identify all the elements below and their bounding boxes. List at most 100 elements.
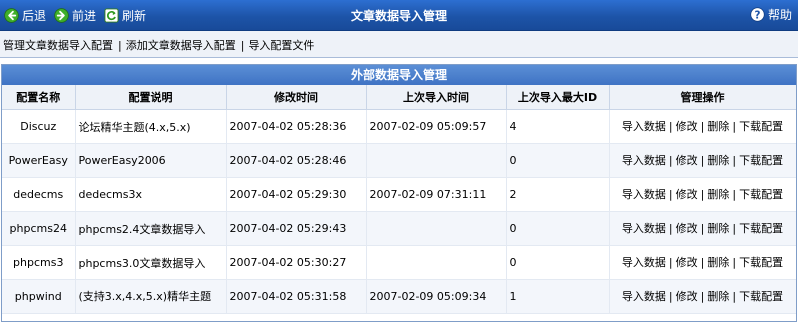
actions-cell: 导入数据 | 修改 | 删除 | 下载配置 (609, 279, 796, 314)
sub-nav-links: 管理文章数据导入配置 | 添加文章数据导入配置 | 导入配置文件 (3, 37, 314, 53)
separator: | (240, 39, 245, 52)
sub-navigation: 管理文章数据导入配置 | 添加文章数据导入配置 | 导入配置文件 (0, 31, 798, 58)
edit-link[interactable]: 修改 (676, 290, 698, 303)
delete-link[interactable]: 删除 (707, 256, 729, 269)
table-row: phpcms3 phpcms3.0文章数据导入 2007-04-02 05:30:2… (2, 245, 796, 280)
table-row: phpwind (支持3.x,4.x,5.x)精华主题 2007-04-02 05:… (2, 279, 796, 314)
config-desc-cell: (支持3.x,4.x,5.x)精华主题 (75, 279, 227, 314)
config-desc-cell: phpcms2.4文章数据导入 (75, 211, 227, 246)
config-desc-cell: dedecms3x (75, 177, 227, 212)
import-data-link[interactable]: 导入数据 (622, 188, 666, 201)
delete-link[interactable]: 删除 (707, 222, 729, 235)
page-title: 文章数据导入管理 (350, 9, 447, 23)
action-separator: | (668, 119, 673, 133)
config-desc-cell: 论坛精华主题(4.x,5.x) (75, 109, 227, 144)
download-config-link[interactable]: 下载配置 (739, 256, 783, 269)
config-desc-cell: PowerEasy2006 (75, 143, 227, 178)
config-name-cell: phpwind (2, 279, 76, 314)
separator: | (118, 39, 122, 52)
actions-cell: 导入数据 | 修改 | 删除 | 下载配置 (609, 211, 796, 246)
action-separator: | (700, 153, 705, 167)
import-data-link[interactable]: 导入数据 (622, 256, 666, 269)
modified-time-cell: 2007-04-02 05:29:43 (226, 211, 367, 246)
delete-link[interactable]: 删除 (707, 154, 729, 167)
import-data-link[interactable]: 导入数据 (622, 120, 666, 133)
action-separator: | (732, 221, 737, 235)
config-name-cell: dedecms (2, 177, 76, 212)
last-import-time-cell (366, 143, 507, 178)
last-import-time-cell: 2007-02-09 05:09:34 (366, 279, 507, 314)
last-max-id-cell: 0 (506, 211, 610, 246)
config-name-cell: Discuz (2, 109, 76, 144)
import-data-link[interactable]: 导入数据 (622, 154, 666, 167)
col-header-actions: 管理操作 (609, 85, 796, 110)
action-separator: | (700, 187, 705, 201)
external-import-panel: 外部数据导入管理 配置名称 配置说明 修改时间 上次导入时间 上次导入最大ID … (1, 64, 797, 322)
col-header-modified: 修改时间 (226, 85, 367, 110)
top-toolbar: 后退 前进 刷新 文章数据导入管理 ? 帮助 (0, 0, 798, 31)
action-separator: | (732, 119, 737, 133)
help-button[interactable]: ? 帮助 (750, 6, 792, 23)
table-row: dedecms dedecms3x 2007-04-02 05:29:30 2007-… (2, 177, 796, 212)
action-separator: | (668, 289, 673, 303)
actions-cell: 导入数据 | 修改 | 删除 | 下载配置 (609, 245, 796, 280)
table-row: PowerEasy PowerEasy2006 2007-04-02 05:28:4… (2, 143, 796, 178)
action-separator: | (668, 153, 673, 167)
edit-link[interactable]: 修改 (676, 188, 698, 201)
import-config-file-link[interactable]: 导入配置文件 (248, 39, 314, 52)
download-config-link[interactable]: 下载配置 (739, 290, 783, 303)
table-header-row: 配置名称 配置说明 修改时间 上次导入时间 上次导入最大ID 管理操作 (2, 85, 796, 110)
action-separator: | (700, 221, 705, 235)
delete-link[interactable]: 删除 (707, 120, 729, 133)
modified-time-cell: 2007-04-02 05:28:46 (226, 143, 367, 178)
last-max-id-cell: 0 (506, 143, 610, 178)
download-config-link[interactable]: 下载配置 (739, 154, 783, 167)
last-max-id-cell: 4 (506, 109, 610, 144)
last-import-time-cell (366, 211, 507, 246)
col-header-name: 配置名称 (2, 85, 76, 110)
import-data-link[interactable]: 导入数据 (622, 290, 666, 303)
modified-time-cell: 2007-04-02 05:29:30 (226, 177, 367, 212)
action-separator: | (732, 289, 737, 303)
col-header-desc: 配置说明 (75, 85, 227, 110)
modified-time-cell: 2007-04-02 05:28:36 (226, 109, 367, 144)
last-max-id-cell: 2 (506, 177, 610, 212)
edit-link[interactable]: 修改 (676, 154, 698, 167)
delete-link[interactable]: 删除 (707, 188, 729, 201)
last-import-time-cell (366, 245, 507, 280)
download-config-link[interactable]: 下载配置 (739, 120, 783, 133)
action-separator: | (700, 255, 705, 269)
modified-time-cell: 2007-04-02 05:30:27 (226, 245, 367, 280)
download-config-link[interactable]: 下载配置 (739, 222, 783, 235)
table-row: phpcms24 phpcms2.4文章数据导入 2007-04-02 05:29:… (2, 211, 796, 246)
help-label: 帮助 (767, 8, 792, 22)
config-name-cell: phpcms24 (2, 211, 76, 246)
action-separator: | (732, 255, 737, 269)
action-separator: | (732, 153, 737, 167)
last-import-time-cell: 2007-02-09 05:09:57 (366, 109, 507, 144)
manage-import-config-link[interactable]: 管理文章数据导入配置 (3, 39, 113, 52)
last-max-id-cell: 0 (506, 245, 610, 280)
download-config-link[interactable]: 下载配置 (739, 188, 783, 201)
config-desc-cell: phpcms3.0文章数据导入 (75, 245, 227, 280)
action-separator: | (668, 255, 673, 269)
last-import-time-cell: 2007-02-09 07:31:11 (366, 177, 507, 212)
action-separator: | (700, 289, 705, 303)
delete-link[interactable]: 删除 (707, 290, 729, 303)
edit-link[interactable]: 修改 (676, 222, 698, 235)
add-import-config-link[interactable]: 添加文章数据导入配置 (126, 39, 236, 52)
import-data-link[interactable]: 导入数据 (622, 222, 666, 235)
col-header-last-import: 上次导入时间 (366, 85, 507, 110)
action-separator: | (732, 187, 737, 201)
action-separator: | (668, 187, 673, 201)
edit-link[interactable]: 修改 (676, 256, 698, 269)
actions-cell: 导入数据 | 修改 | 删除 | 下载配置 (609, 177, 796, 212)
config-name-cell: PowerEasy (2, 143, 76, 178)
action-separator: | (700, 119, 705, 133)
help-icon: ? (750, 7, 765, 22)
actions-cell: 导入数据 | 修改 | 删除 | 下载配置 (609, 143, 796, 178)
modified-time-cell: 2007-04-02 05:31:58 (226, 279, 367, 314)
panel-title: 外部数据导入管理 (2, 65, 796, 85)
edit-link[interactable]: 修改 (676, 120, 698, 133)
last-max-id-cell: 1 (506, 279, 610, 314)
